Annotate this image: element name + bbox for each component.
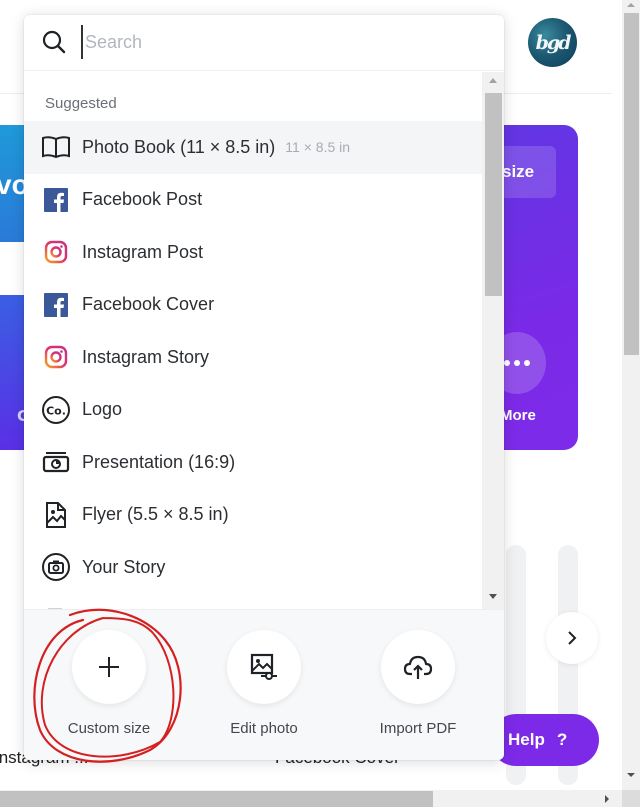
list-item-facebook-post[interactable]: Facebook Post: [24, 174, 482, 227]
user-avatar[interactable]: bgd: [528, 18, 577, 67]
page-horizontal-scrollbar[interactable]: [0, 790, 622, 807]
list-item-logo[interactable]: Co. Logo: [24, 384, 482, 437]
list-item-label: Presentation (16:9): [82, 451, 236, 472]
svg-text:Co.: Co.: [46, 404, 66, 417]
list-item-partial[interactable]: [24, 594, 482, 609]
question-icon: ?: [556, 730, 568, 749]
list-item-instagram-story[interactable]: Instagram Story: [24, 331, 482, 384]
dot: [524, 360, 530, 366]
action-label: Import PDF: [379, 720, 457, 737]
suggestions-list-area: Suggested Photo Book (11 × 8.5 in) 11 × …: [24, 72, 504, 609]
list-item-presentation[interactable]: Presentation (16:9): [24, 436, 482, 489]
scroll-right-arrow-icon[interactable]: [605, 795, 609, 803]
list-item-instagram-post[interactable]: Instagram Post: [24, 226, 482, 279]
list-item-label: Your Story: [82, 556, 166, 577]
dot: [504, 360, 510, 366]
list-item-flyer[interactable]: Flyer (5.5 × 8.5 in): [24, 489, 482, 542]
scrollbar-corner: [622, 790, 640, 807]
search-icon: [42, 30, 66, 54]
book-icon: [40, 131, 72, 163]
list-item-facebook-cover[interactable]: Facebook Cover: [24, 279, 482, 332]
list-item-label: Instagram Post: [82, 241, 204, 262]
custom-size-circle[interactable]: [72, 630, 146, 704]
cloud-upload-icon: [403, 655, 433, 679]
section-label-suggested: Suggested: [45, 95, 117, 112]
create-design-dropdown: Suggested Photo Book (11 × 8.5 in) 11 × …: [24, 15, 504, 760]
presentation-icon: [40, 446, 72, 478]
flyer-icon: [40, 499, 72, 531]
scrollbar-thumb[interactable]: [0, 791, 433, 807]
action-label: Edit photo: [230, 720, 298, 737]
hero-banner-right: size More: [500, 125, 578, 450]
scroll-up-arrow-icon[interactable]: [489, 78, 497, 83]
import-pdf-button[interactable]: Import PDF: [348, 630, 488, 737]
search-bar: [24, 15, 504, 71]
search-input[interactable]: [81, 25, 481, 59]
list-item-photo-book[interactable]: Photo Book (11 × 8.5 in) 11 × 8.5 in: [24, 121, 482, 174]
edit-photo-circle[interactable]: [227, 630, 301, 704]
dot: [514, 360, 520, 366]
camera-icon: [40, 551, 72, 583]
suggestions-list: Photo Book (11 × 8.5 in) 11 × 8.5 in Fac…: [24, 121, 482, 609]
hero-size-label: size: [502, 162, 535, 181]
partial-item-icon: [40, 588, 72, 609]
edit-photo-icon: [250, 653, 277, 680]
list-scrollbar[interactable]: [482, 72, 504, 609]
plus-icon: [99, 657, 119, 677]
scroll-down-arrow-icon[interactable]: [489, 594, 497, 599]
list-item-label: Facebook Cover: [82, 294, 215, 315]
more-label: More: [500, 407, 536, 424]
hero-banner-left-bottom: G: [0, 295, 29, 450]
list-item-label: Facebook Post: [82, 189, 203, 210]
page-vertical-scrollbar[interactable]: [622, 0, 640, 790]
custom-size-hero-button[interactable]: size: [500, 146, 556, 198]
help-button[interactable]: Help ?: [490, 714, 599, 766]
import-pdf-circle[interactable]: [381, 630, 455, 704]
quick-actions: Custom size Edit photo Import PDF: [24, 609, 504, 760]
chevron-right-icon: [568, 631, 577, 645]
more-button[interactable]: [500, 332, 546, 394]
list-item-label: Photo Book (11 × 8.5 in): [82, 136, 276, 157]
edit-photo-button[interactable]: Edit photo: [194, 630, 334, 737]
instagram-icon: [40, 236, 72, 268]
facebook-icon: [40, 184, 72, 216]
carousel-next-button[interactable]: [546, 612, 598, 664]
avatar-initials: bgd: [535, 31, 572, 54]
scrollbar-thumb[interactable]: [624, 13, 639, 355]
instagram-icon: [40, 341, 72, 373]
logo-icon: Co.: [40, 394, 72, 426]
action-label: Custom size: [67, 720, 151, 737]
list-item-label: Instagram Story: [82, 346, 210, 367]
hero-banner-left-top: vo: [0, 125, 29, 242]
list-item-your-story[interactable]: Your Story: [24, 541, 482, 594]
custom-size-button[interactable]: Custom size: [39, 630, 179, 737]
list-item-dimensions: 11 × 8.5 in: [285, 139, 351, 156]
scroll-down-arrow-icon[interactable]: [627, 773, 635, 777]
scroll-up-arrow-icon[interactable]: [627, 3, 635, 7]
help-label: Help: [508, 730, 545, 749]
facebook-icon: [40, 289, 72, 321]
list-item-label: Flyer (5.5 × 8.5 in): [82, 504, 229, 525]
list-item-label: Logo: [82, 399, 123, 420]
scrollbar-thumb[interactable]: [485, 93, 502, 296]
